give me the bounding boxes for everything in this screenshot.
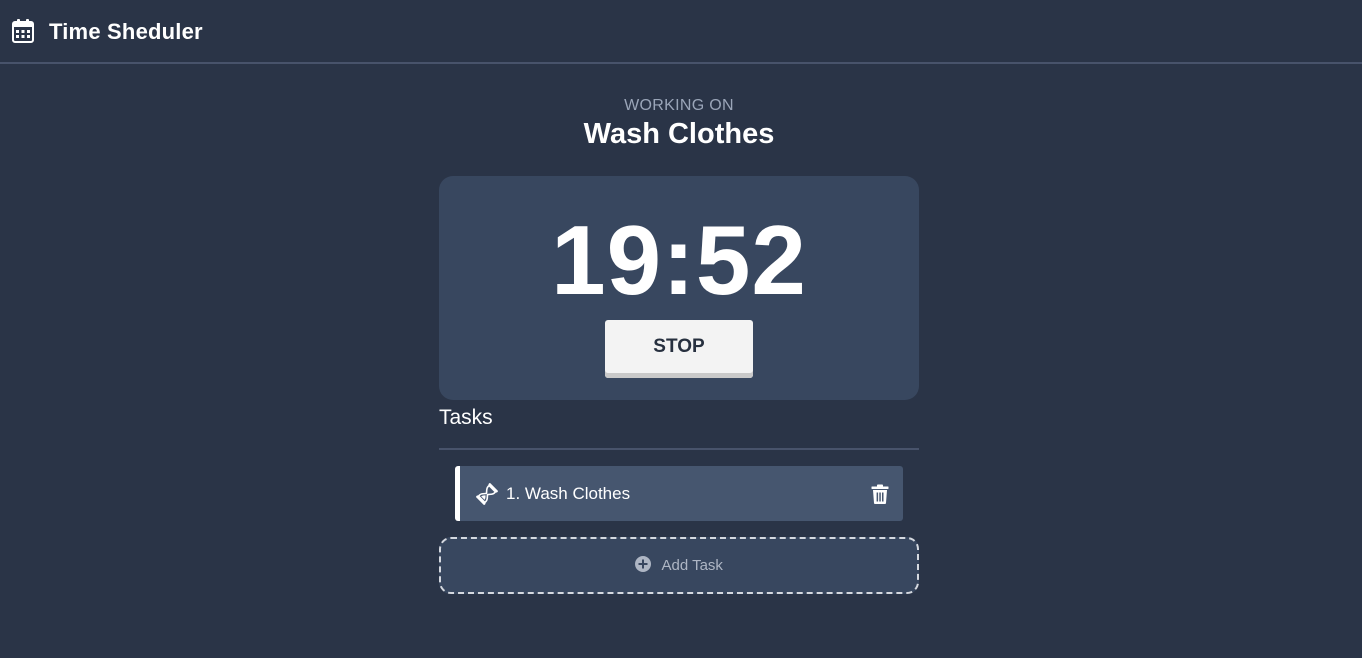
- app-title: Time Sheduler: [49, 19, 203, 44]
- task-item[interactable]: 1. Wash Clothes: [455, 466, 903, 521]
- timer-card: 19:52 STOP: [439, 176, 919, 400]
- stop-button[interactable]: STOP: [605, 320, 753, 378]
- add-task-label: Add Task: [661, 557, 723, 574]
- timer-display: 19:52: [551, 205, 807, 315]
- divider: [439, 448, 919, 450]
- trash-icon[interactable]: [871, 484, 889, 504]
- task-item-label: 1. Wash Clothes: [506, 484, 631, 503]
- app-header: Time Sheduler: [0, 0, 1362, 64]
- current-task-title: Wash Clothes: [583, 118, 775, 150]
- tasks-heading: Tasks: [439, 406, 493, 429]
- calendar-icon: [12, 19, 34, 43]
- add-task-button[interactable]: Add Task: [439, 537, 919, 594]
- working-on-label: WORKING ON: [624, 97, 734, 114]
- plus-circle-icon: [635, 556, 652, 572]
- hourglass-icon: [476, 483, 498, 505]
